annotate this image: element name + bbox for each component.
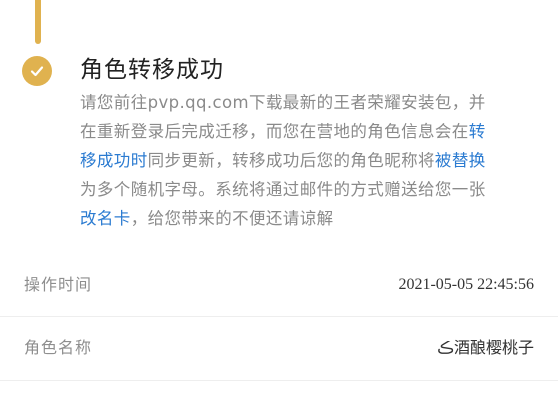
status-description: 请您前往pvp.qq.com下载最新的王者荣耀安装包，并在重新登录后完成迁移，而… [80,88,500,233]
highlight-replaced: 被替换 [434,151,486,170]
operation-time-row: 操作时间 2021-05-05 22:45:56 [0,254,558,316]
role-name-row: 角色名称 ڪ酒酿樱桃子 [0,316,558,379]
role-name-label: 角色名称 [24,338,93,357]
rename-card-link[interactable]: 改名卡 [80,209,131,228]
next-row-partial [0,380,558,401]
operation-time-label: 操作时间 [24,275,93,294]
desc-text-1: 请您前往pvp.qq.com下载最新的王者荣耀安装包，并在重新登录后完成迁移，而… [80,93,486,141]
desc-text-3: 为多个随机字母。系统将通过邮件的方式赠送给您一张 [80,180,486,199]
success-check-icon [22,56,52,86]
desc-text-2: 同步更新，转移成功后您的角色昵称将 [147,151,435,170]
check-icon [30,66,44,77]
role-name-value: ڪ酒酿樱桃子 [437,338,534,357]
operation-time-value: 2021-05-05 22:45:56 [398,276,534,293]
timeline-connector [35,0,41,44]
status-title: 角色转移成功 [80,57,224,83]
desc-text-4: ，给您带来的不便还请谅解 [130,209,334,228]
